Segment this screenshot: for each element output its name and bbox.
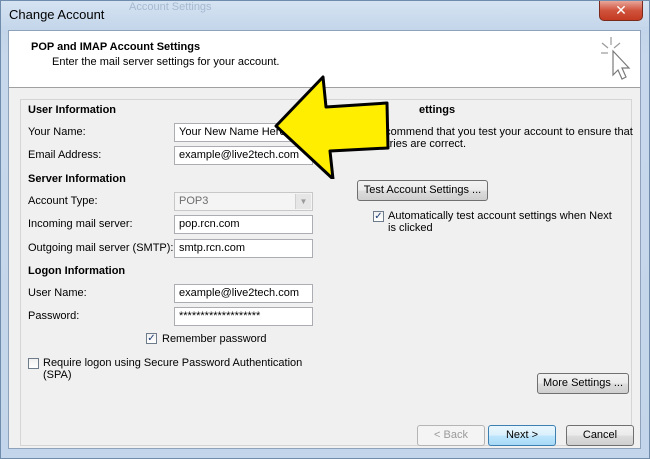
spa-label-line2: (SPA) [43,369,72,381]
cancel-button[interactable]: Cancel [566,425,634,446]
username-input[interactable]: example@live2tech.com [174,284,313,303]
close-button[interactable]: ✕ [599,1,643,21]
auto-test-label-line2: is clicked [388,222,433,234]
password-input[interactable]: ******************* [174,307,313,326]
test-description-line1: We recommend that you test your account … [356,126,633,138]
outgoing-server-input[interactable]: smtp.rcn.com [174,239,313,258]
back-button[interactable]: < Back [417,425,485,446]
test-account-settings-button[interactable]: Test Account Settings ... [357,180,488,201]
remember-password-label: Remember password [162,333,267,345]
header-subtitle: Enter the mail server settings for your … [52,56,280,68]
email-label: Email Address: [28,149,102,161]
cursor-sparkle-icon [601,37,631,80]
header-title: POP and IMAP Account Settings [31,41,201,53]
outgoing-server-label: Outgoing mail server (SMTP): [28,242,174,254]
account-type-select: POP3 ▼ [174,192,313,211]
spa-label-line1: Require logon using Secure Password Auth… [43,357,303,369]
server-info-heading: Server Information [28,173,126,185]
close-icon: ✕ [615,2,627,18]
spa-checkbox[interactable] [28,358,39,369]
next-button[interactable]: Next > [488,425,556,446]
window-title: Change Account [9,7,105,22]
chevron-down-icon: ▼ [295,194,311,209]
remember-password-checkbox[interactable]: ✓ [146,333,157,344]
incoming-server-label: Incoming mail server: [28,218,133,230]
account-type-value: POP3 [179,195,209,207]
your-name-label: Your Name: [28,126,86,138]
auto-test-checkbox[interactable]: ✓ [373,211,384,222]
change-account-window: Account Settings Change Account ✕ POP an… [0,0,650,459]
test-settings-heading-end: ettings [419,104,456,116]
username-label: User Name: [28,287,87,299]
password-label: Password: [28,310,80,322]
yellow-arrow-annotation [274,75,390,179]
incoming-server-input[interactable]: pop.rcn.com [174,215,313,234]
title-bar: Change Account ✕ [1,1,649,29]
more-settings-button[interactable]: More Settings ... [537,373,629,394]
user-info-heading: User Information [28,104,117,116]
auto-test-label-line1: Automatically test account settings when… [388,210,612,222]
account-type-label: Account Type: [28,195,98,207]
logon-info-heading: Logon Information [28,265,126,277]
